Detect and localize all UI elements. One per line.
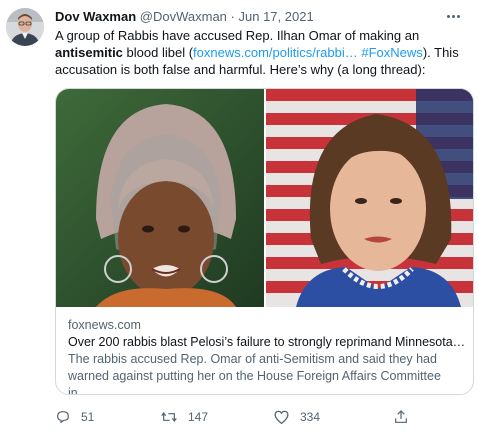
retweet-count: 147 [188,410,209,424]
reply-button[interactable]: 51 [55,407,94,427]
more-options-button[interactable] [442,6,464,26]
card-domain: foxnews.com [68,318,141,332]
reply-icon [55,409,71,425]
card-title: Over 200 rabbis blast Pelosi’s failure t… [68,335,466,349]
share-button[interactable] [393,407,409,427]
card-image [56,89,473,307]
tweet-actions: 51 147 334 [55,407,455,427]
tweet-text-bold: antisemitic [55,45,123,60]
retweet-icon [160,409,178,425]
avatar[interactable] [6,8,44,46]
retweet-button[interactable]: 147 [160,407,208,427]
tweet-date[interactable]: Jun 17, 2021 [239,9,314,24]
tweet-header: Dov Waxman @DovWaxman · Jun 17, 2021 [55,8,448,26]
heart-icon [273,409,290,425]
tweet-text-part2: blood libel ( [122,45,194,60]
header-separator: · [230,9,235,24]
link-preview-card[interactable]: foxnews.com Over 200 rabbis blast Pelosi… [55,88,474,395]
like-button[interactable]: 334 [273,407,320,427]
card-photo-left [56,89,264,307]
tweet[interactable]: Dov Waxman @DovWaxman · Jun 17, 2021 A g… [0,0,478,433]
like-count: 334 [300,410,321,424]
tweet-text-part1: A group of Rabbis have accused Rep. Ilha… [55,28,420,43]
author-handle[interactable]: @DovWaxman [140,9,227,24]
article-link[interactable]: foxnews.com/politics/rabbi… [193,45,358,60]
card-photo-right [266,89,473,307]
card-description: The rabbis accused Rep. Omar of anti-Sem… [68,352,441,395]
share-icon [393,409,409,425]
tweet-text: A group of Rabbis have accused Rep. Ilha… [55,27,460,78]
author-name[interactable]: Dov Waxman [55,9,136,24]
hashtag-link[interactable]: #FoxNews [361,45,422,60]
more-horizontal-icon [446,14,460,18]
reply-count: 51 [81,410,95,424]
card-meta: foxnews.com Over 200 rabbis blast Pelosi… [68,317,466,395]
